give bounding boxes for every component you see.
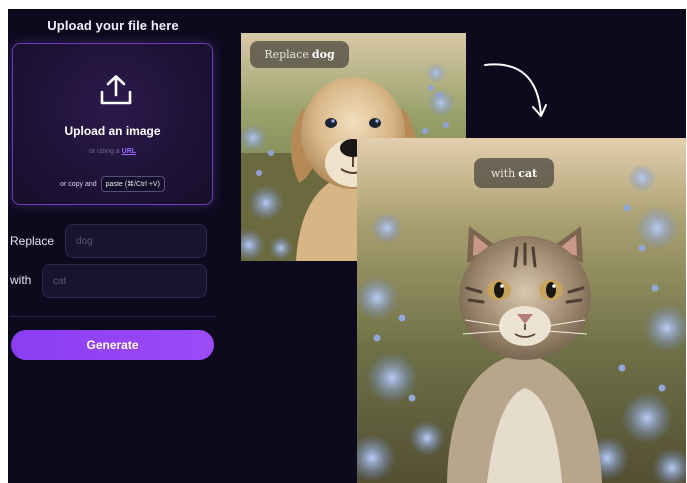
cat-caption-word: with: [490, 166, 516, 180]
generate-button[interactable]: Generate: [11, 330, 214, 360]
replace-label: Replace: [10, 234, 55, 248]
cat-caption: with cat: [474, 158, 554, 188]
dog-caption: Replace dog: [250, 41, 349, 68]
url-prefix: or using a: [88, 148, 120, 155]
paste-button[interactable]: paste (⌘/Ctrl +V): [100, 176, 165, 192]
dog-caption-target: dog: [311, 48, 335, 61]
paste-line: or copy and paste (⌘/Ctrl +V): [13, 176, 212, 192]
divider: [10, 316, 216, 317]
dropzone-title: Upload an image: [64, 124, 161, 138]
cat-caption-target: cat: [518, 166, 538, 180]
upload-dropzone[interactable]: Upload an image or using a URL or copy a…: [12, 43, 213, 205]
url-link[interactable]: URL: [122, 148, 136, 155]
curved-arrow-icon: [484, 63, 547, 117]
cat-example-image: with cat: [357, 138, 686, 483]
url-line: or using a URL: [13, 148, 212, 155]
upload-arrow-icon: [100, 75, 132, 105]
dog-caption-word: Replace: [264, 48, 309, 61]
replace-input[interactable]: dog: [65, 224, 207, 258]
paste-prefix: or copy and: [60, 180, 97, 188]
with-label: with: [10, 273, 32, 287]
upload-title: Upload your file here: [47, 18, 179, 33]
with-input[interactable]: cat: [42, 264, 207, 298]
